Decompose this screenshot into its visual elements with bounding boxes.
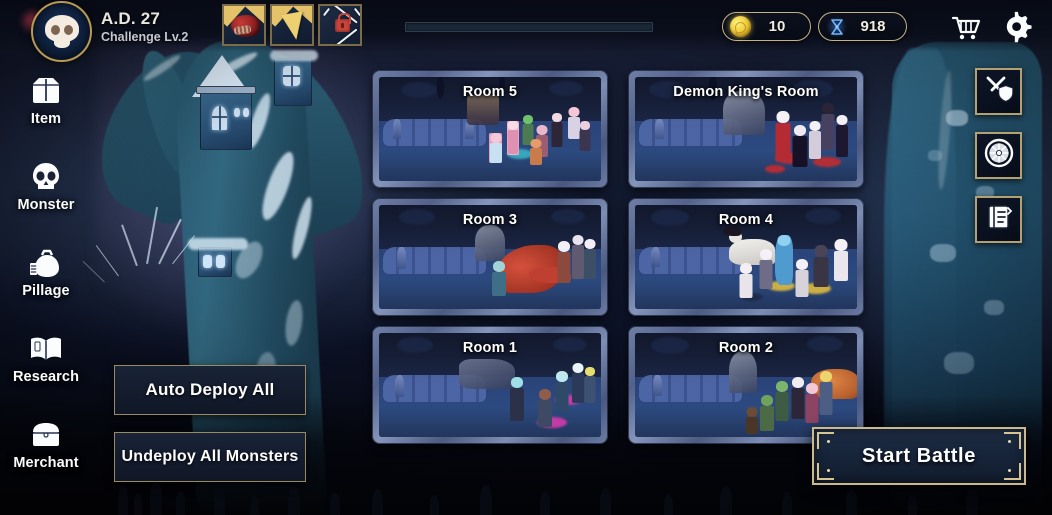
bag-icon (28, 74, 64, 108)
item-slot-locked[interactable] (318, 4, 362, 46)
room-card-4[interactable]: Room 4 (628, 198, 864, 316)
cart-icon[interactable] (948, 10, 982, 44)
auto-deploy-all-label: Auto Deploy All (145, 380, 275, 399)
room-card-5[interactable]: Room 5 (372, 70, 608, 188)
sidebar-item-item[interactable]: Item (0, 60, 92, 140)
auto-deploy-all-button[interactable]: Auto Deploy All (114, 365, 306, 415)
right-icon-rail (975, 68, 1022, 260)
era-title: A.D. 27 (101, 9, 161, 28)
left-sidebar: Item Monster Pillage Research Merchant (0, 60, 92, 490)
open-book-icon (28, 332, 64, 366)
red-meat-icon (231, 15, 260, 37)
money-bag-icon (28, 246, 64, 280)
gem-value: 918 (860, 18, 886, 35)
sidebar-item-label: Item (30, 110, 62, 127)
room-card-1[interactable]: Room 1 (372, 326, 608, 444)
undeploy-all-monsters-button[interactable]: Undeploy All Monsters (114, 432, 306, 482)
avatar[interactable] (31, 1, 92, 62)
battle-formation-button[interactable] (975, 68, 1022, 115)
item-slot-horn[interactable] (270, 4, 314, 46)
sidebar-item-merchant[interactable]: Merchant (0, 404, 92, 484)
gem-currency[interactable]: 918 (818, 12, 907, 41)
sidebar-item-label: Monster (17, 196, 75, 213)
wheel-icon (983, 137, 1015, 174)
quest-log-button[interactable] (975, 196, 1022, 243)
treasure-chest-icon (28, 418, 64, 452)
sidebar-item-research[interactable]: Research (0, 318, 92, 398)
wheel-button[interactable] (975, 132, 1022, 179)
sidebar-item-label: Research (12, 368, 80, 385)
sidebar-item-label: Pillage (22, 282, 70, 299)
yellow-cone-icon (280, 11, 308, 42)
challenge-level: Challenge Lv.2 (101, 30, 189, 44)
blue-hourglass-icon (826, 15, 847, 38)
sword-shield-icon (983, 73, 1015, 110)
room-card-demon-king[interactable]: Demon King's Room (628, 70, 864, 188)
item-slot-row (222, 4, 362, 46)
start-battle-label: Start Battle (862, 444, 976, 467)
game-screen: A.D. 27 Challenge Lv.2 10 918 Item Monst… (0, 0, 1052, 515)
sidebar-item-label: Merchant (13, 454, 79, 471)
crossed-swords-lock-icon (335, 13, 351, 32)
undeploy-all-monsters-label: Undeploy All Monsters (121, 448, 299, 465)
progress-bar[interactable] (405, 22, 653, 32)
notebook-icon (984, 202, 1014, 237)
gear-icon[interactable] (1000, 10, 1034, 44)
gold-coin-icon (730, 16, 751, 37)
sidebar-item-monster[interactable]: Monster (0, 146, 92, 226)
room-grid: Room 5 Demon King's Room Room 3 Room 4 R… (372, 70, 864, 455)
top-bar: A.D. 27 Challenge Lv.2 10 918 (0, 0, 1052, 62)
room-card-3[interactable]: Room 3 (372, 198, 608, 316)
gold-value: 10 (768, 18, 786, 35)
item-slot-meat[interactable] (222, 4, 266, 46)
skull-icon (28, 160, 64, 194)
sidebar-item-pillage[interactable]: Pillage (0, 232, 92, 312)
start-battle-button[interactable]: Start Battle (812, 427, 1026, 485)
gold-currency[interactable]: 10 (722, 12, 811, 41)
skull-avatar-icon (44, 15, 79, 48)
